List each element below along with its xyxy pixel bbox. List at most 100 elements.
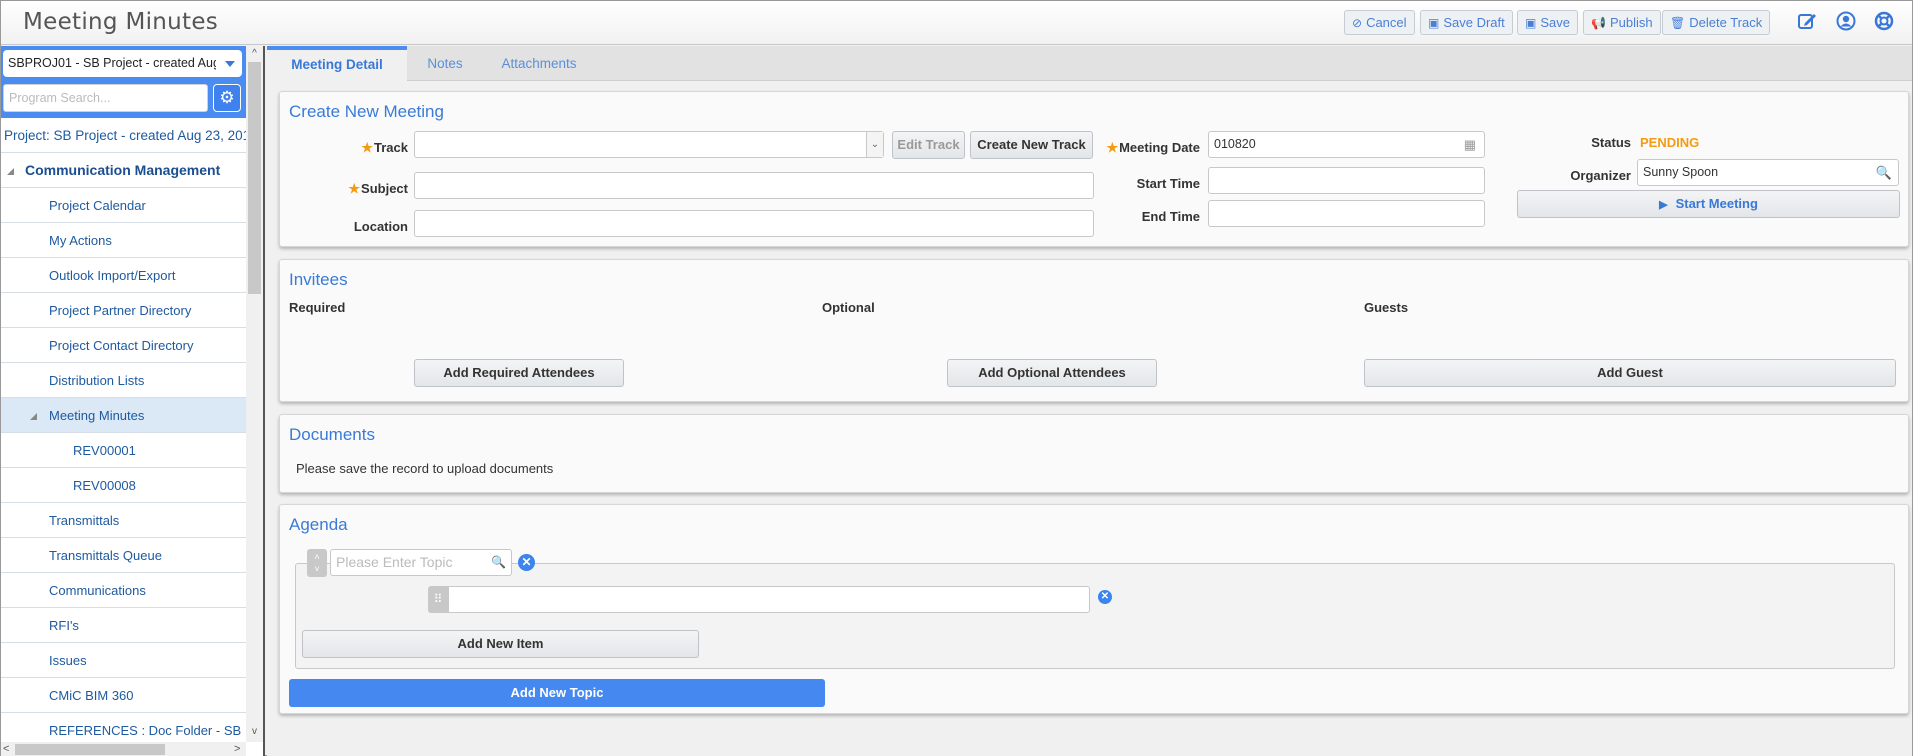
subject-input[interactable] xyxy=(414,172,1094,199)
tab-bar: Meeting Detail Notes Attachments xyxy=(267,46,1912,82)
track-select[interactable]: ⌄ xyxy=(414,131,884,158)
remove-topic-icon[interactable]: ✕ xyxy=(518,554,535,571)
create-new-track-button[interactable]: Create New Track xyxy=(970,131,1093,159)
cancel-button[interactable]: ⊘ Cancel xyxy=(1344,10,1415,35)
topic-input[interactable]: Please Enter Topic 🔍 xyxy=(330,549,512,576)
sidebar-nav: Project: SB Project - created Aug 23, 20… xyxy=(1,118,246,748)
program-search-input[interactable]: Program Search... xyxy=(3,84,208,112)
required-star-icon: ★ xyxy=(361,140,374,155)
optional-invitees-label: Optional xyxy=(822,300,875,315)
guests-label: Guests xyxy=(1364,300,1409,315)
subject-label: ★Subject xyxy=(348,181,408,196)
location-label: Location xyxy=(353,219,408,234)
project-link[interactable]: Project: SB Project - created Aug 23, 20… xyxy=(1,118,246,153)
sidebar-item-rfis[interactable]: RFI's xyxy=(1,608,246,643)
floppy-disk-icon: ▣ xyxy=(1525,16,1537,30)
expand-triangle-icon xyxy=(7,168,14,175)
sidebar-group-communication-management[interactable]: Communication Management xyxy=(1,153,246,188)
organizer-input[interactable]: Sunny Spoon 🔍 xyxy=(1637,159,1899,186)
item1-input[interactable] xyxy=(448,586,1090,613)
sidebar-header: SBPROJ01 - SB Project - created Aug 23, … xyxy=(1,46,246,118)
scroll-right-icon[interactable]: > xyxy=(234,743,240,755)
sidebar-item-transmittals[interactable]: Transmittals xyxy=(1,503,246,538)
header-bar: Meeting Minutes ⊘ Cancel ▣ Save Draft ▣ Sav… xyxy=(1,1,1912,45)
drag-handle-icon[interactable]: ⠿ xyxy=(428,586,448,613)
sidebar-item-outlook-import-export[interactable]: Outlook Import/Export xyxy=(1,258,246,293)
required-star-icon: ★ xyxy=(1106,140,1119,155)
add-new-topic-button[interactable]: Add New Topic xyxy=(289,679,825,707)
reorder-arrows-icon[interactable]: ˄ ˅ xyxy=(307,549,327,577)
sidebar-item-cmic-bim-360[interactable]: CMiC BIM 360 xyxy=(1,678,246,713)
organizer-label: Organizer xyxy=(1570,168,1631,183)
agenda-panel: Agenda ★Item1 ⠿ ✕ Add New Item ˄˅ Please… xyxy=(279,504,1909,714)
sidebar-item-rev00008[interactable]: REV00008 xyxy=(1,468,246,503)
end-time-label: End Time xyxy=(1141,209,1200,224)
page-title: Meeting Minutes xyxy=(23,9,219,35)
sidebar-item-transmittals-queue[interactable]: Transmittals Queue xyxy=(1,538,246,573)
scroll-up-icon[interactable]: ^ xyxy=(249,48,260,60)
play-icon: ▶ xyxy=(1659,199,1668,211)
meeting-date-input[interactable]: 010820 ▦ xyxy=(1208,131,1485,158)
status-label: Status xyxy=(1591,135,1631,150)
start-time-input[interactable] xyxy=(1208,167,1485,194)
status-badge: PENDING xyxy=(1640,135,1700,150)
documents-message: Please save the record to upload documen… xyxy=(296,461,554,476)
documents-panel: Documents Please save the record to uplo… xyxy=(279,414,1909,493)
section-title: Agenda xyxy=(289,515,348,534)
save-draft-button[interactable]: ▣ Save Draft xyxy=(1420,10,1513,35)
agenda-topic-group: ★Item1 ⠿ ✕ Add New Item xyxy=(295,563,1895,669)
start-meeting-button[interactable]: ▶ Start Meeting xyxy=(1517,190,1900,218)
required-star-icon: ★ xyxy=(348,181,361,196)
sidebar-item-project-calendar[interactable]: Project Calendar xyxy=(1,188,246,223)
sidebar-item-communications[interactable]: Communications xyxy=(1,573,246,608)
edit-track-button[interactable]: Edit Track xyxy=(892,131,965,159)
location-input[interactable] xyxy=(414,210,1094,237)
scrollbar-thumb[interactable] xyxy=(15,744,165,755)
sidebar-item-project-contact-directory[interactable]: Project Contact Directory xyxy=(1,328,246,363)
scrollbar-thumb[interactable] xyxy=(248,62,261,294)
gear-icon[interactable]: ⚙ xyxy=(213,84,241,112)
section-title: Create New Meeting xyxy=(289,102,444,121)
project-select[interactable]: SBPROJ01 - SB Project - created Aug 23, … xyxy=(3,50,242,77)
end-time-input[interactable] xyxy=(1208,200,1485,227)
invitees-panel: Invitees Required Optional Guests Add Re… xyxy=(279,259,1909,402)
edit-icon[interactable] xyxy=(1796,11,1818,33)
sidebar-vertical-scrollbar[interactable]: ^ v xyxy=(246,46,263,742)
trash-icon: 🗑 xyxy=(1670,16,1686,30)
scroll-left-icon[interactable]: < xyxy=(3,743,9,755)
cancel-icon: ⊘ xyxy=(1352,16,1363,30)
user-profile-icon[interactable] xyxy=(1835,11,1857,33)
sidebar-horizontal-scrollbar[interactable]: < > xyxy=(1,742,246,756)
required-invitees-label: Required xyxy=(289,300,346,315)
sidebar-item-rev00001[interactable]: REV00001 xyxy=(1,433,246,468)
search-icon[interactable]: 🔍 xyxy=(491,550,506,575)
sidebar-item-issues[interactable]: Issues xyxy=(1,643,246,678)
tab-attachments[interactable]: Attachments xyxy=(487,46,591,81)
sidebar-item-my-actions[interactable]: My Actions xyxy=(1,223,246,258)
meeting-date-label: ★Meeting Date xyxy=(1106,140,1200,155)
add-guest-button[interactable]: Add Guest xyxy=(1364,359,1896,387)
tab-meeting-detail[interactable]: Meeting Detail xyxy=(267,46,407,82)
start-time-label: Start Time xyxy=(1136,176,1200,191)
floppy-disk-icon: ▣ xyxy=(1428,16,1440,30)
track-label: ★Track xyxy=(361,140,408,155)
scroll-down-icon[interactable]: v xyxy=(249,726,260,738)
add-required-attendees-button[interactable]: Add Required Attendees xyxy=(414,359,624,387)
save-button[interactable]: ▣ Save xyxy=(1517,10,1578,35)
add-new-item-button[interactable]: Add New Item xyxy=(302,630,699,658)
sidebar-item-distribution-lists[interactable]: Distribution Lists xyxy=(1,363,246,398)
delete-track-button[interactable]: 🗑 Delete Track xyxy=(1662,10,1771,35)
search-icon[interactable]: 🔍 xyxy=(1876,160,1892,185)
sidebar-item-meeting-minutes[interactable]: Meeting Minutes xyxy=(1,398,246,433)
sidebar-item-project-partner-directory[interactable]: Project Partner Directory xyxy=(1,293,246,328)
chevron-down-icon[interactable]: ⌄ xyxy=(866,132,883,157)
help-lifebuoy-icon[interactable] xyxy=(1873,11,1895,33)
publish-button[interactable]: 📢 Publish xyxy=(1583,10,1661,35)
remove-item-icon[interactable]: ✕ xyxy=(1098,590,1112,604)
tab-notes[interactable]: Notes xyxy=(415,46,475,81)
section-title: Invitees xyxy=(289,270,348,289)
expand-triangle-icon xyxy=(30,413,37,420)
section-title: Documents xyxy=(289,425,375,444)
add-optional-attendees-button[interactable]: Add Optional Attendees xyxy=(947,359,1157,387)
calendar-icon[interactable]: ▦ xyxy=(1464,132,1476,157)
